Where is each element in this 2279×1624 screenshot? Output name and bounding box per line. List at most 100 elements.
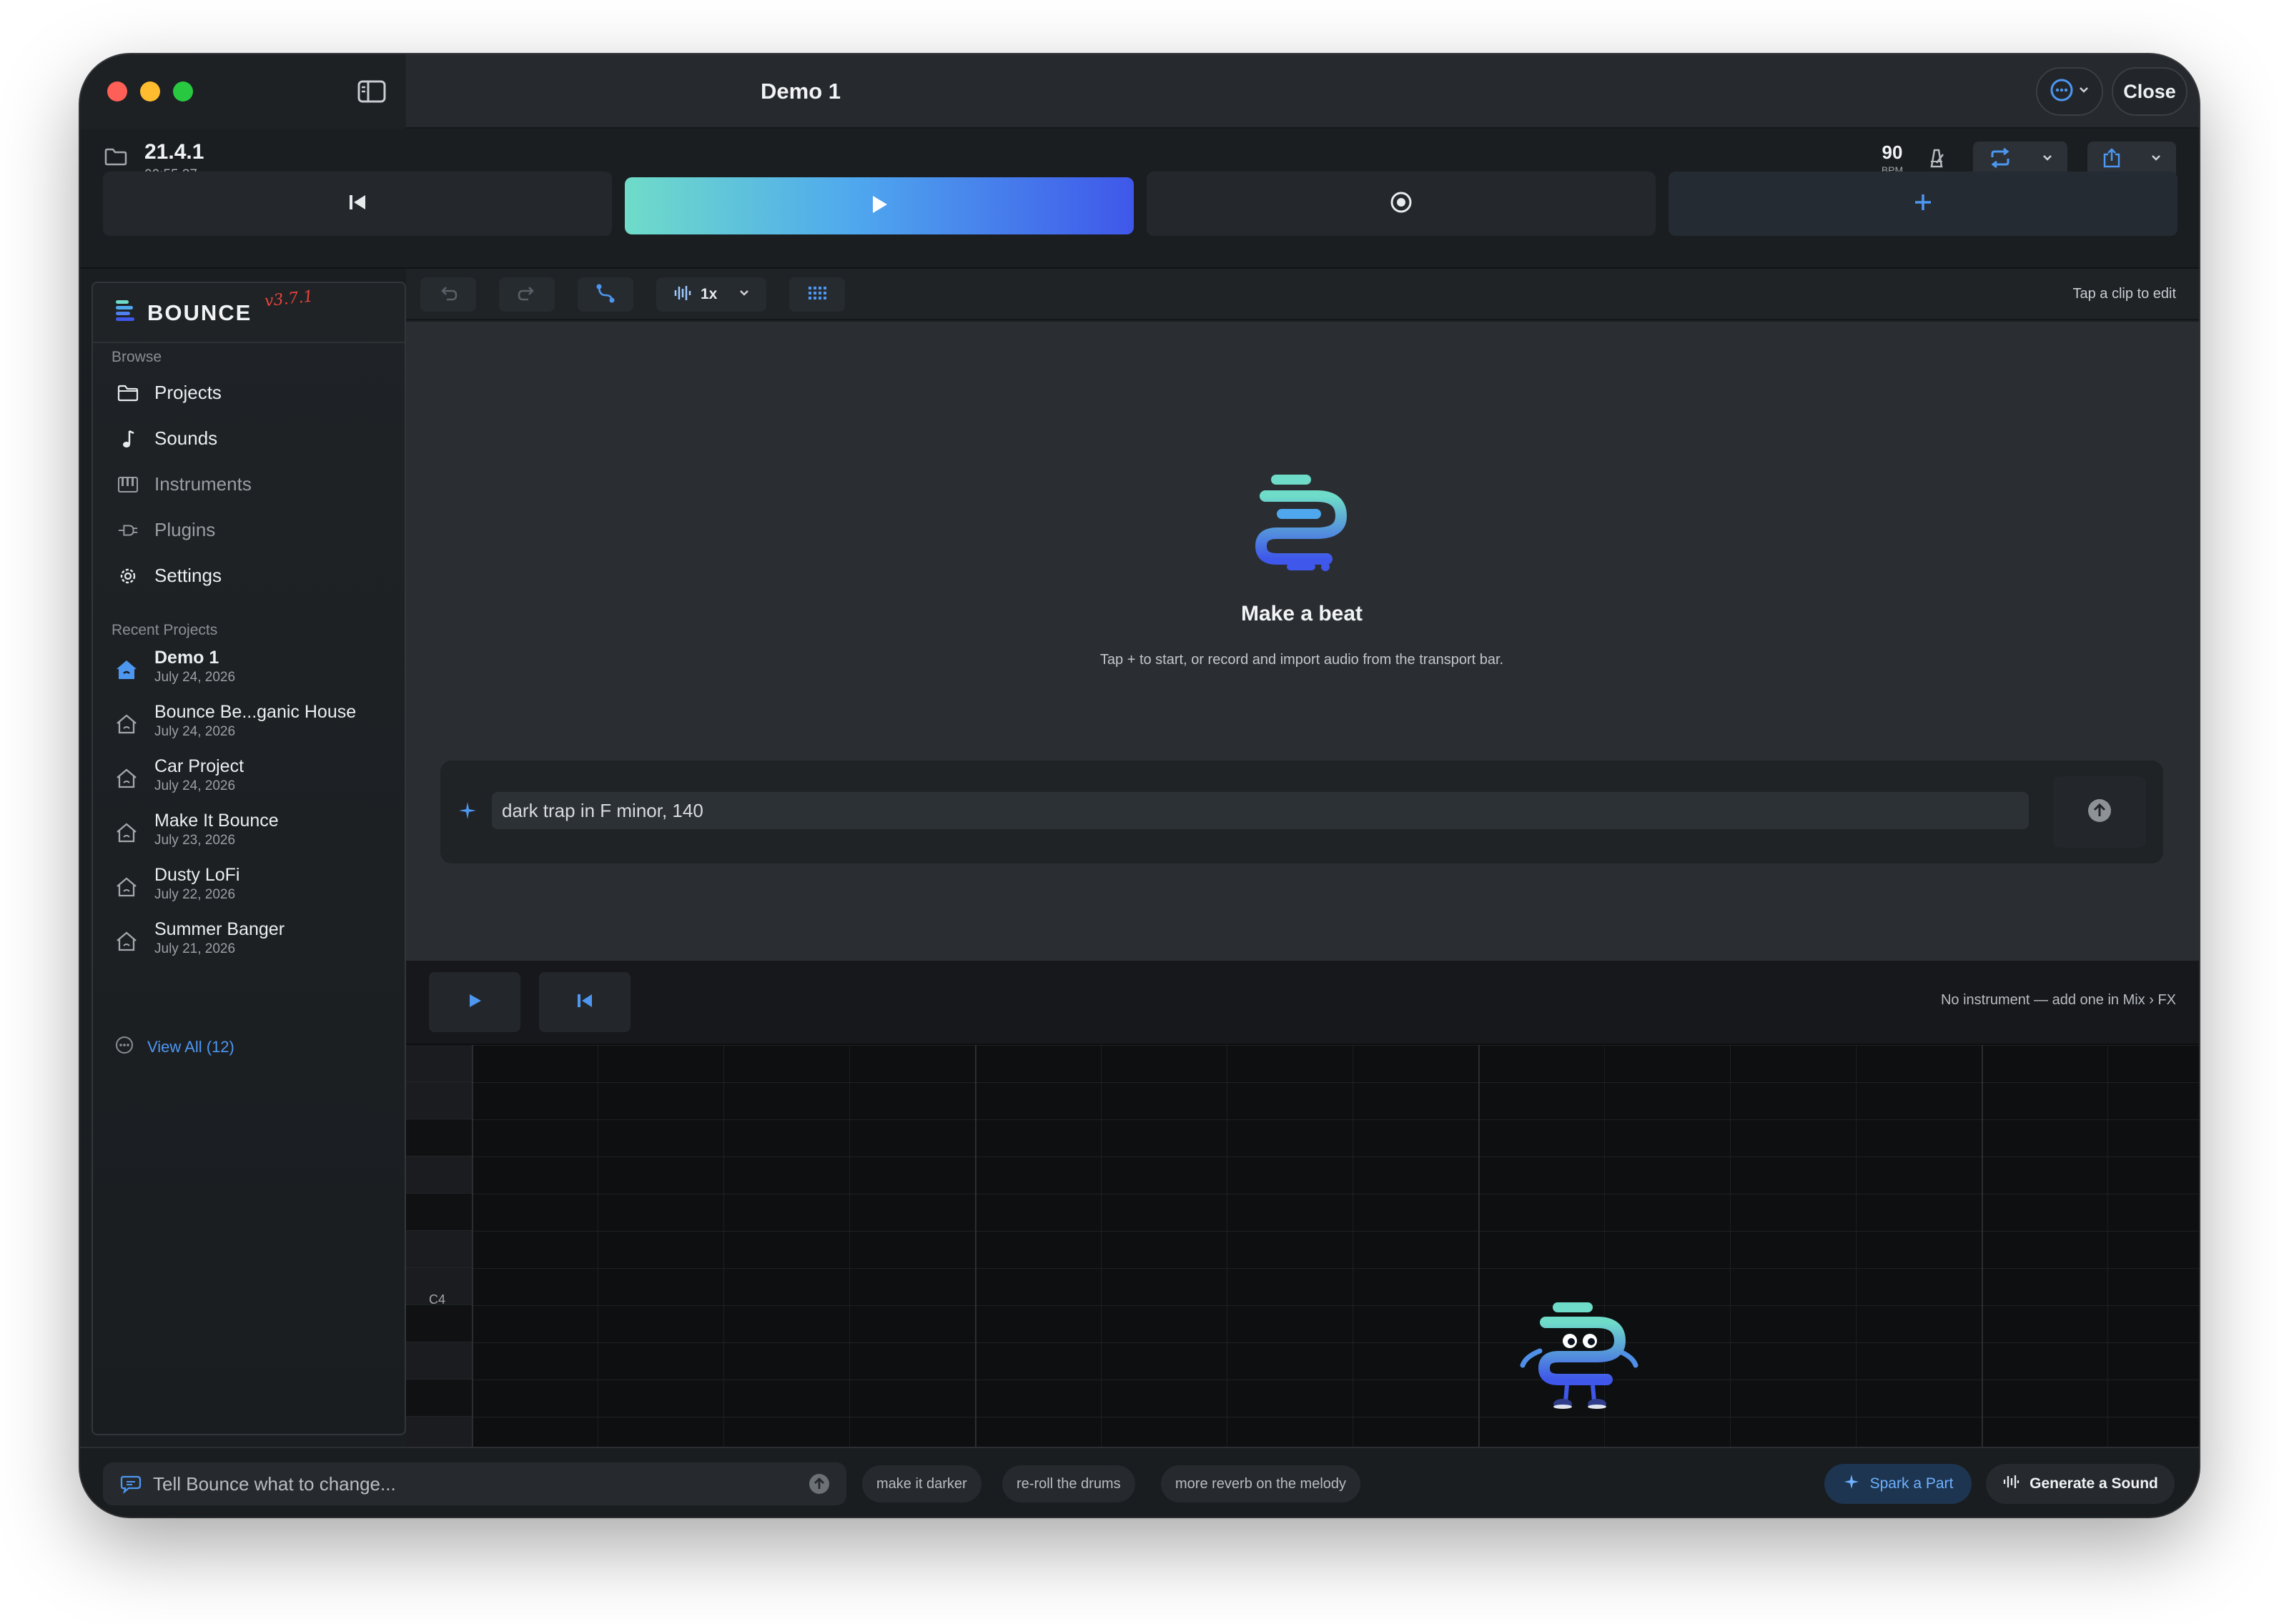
music-note-icon [117, 428, 139, 450]
piano-key[interactable] [406, 1119, 472, 1157]
recent-project-item[interactable]: Summer Banger July 21, 2026 [114, 919, 285, 957]
beat-prompt-input[interactable] [492, 792, 2029, 829]
spark-a-part-button[interactable]: Spark a Part [1824, 1464, 1972, 1504]
piano-key[interactable] [406, 1045, 472, 1082]
piano-key[interactable] [406, 1194, 472, 1231]
piano-key[interactable] [406, 1417, 472, 1447]
automation-button[interactable] [578, 277, 633, 312]
project-name: Demo 1 [154, 648, 219, 668]
arrangement-area[interactable]: Make a beat Tap + to start, or record an… [406, 322, 2199, 961]
project-date: July 22, 2026 [154, 887, 236, 902]
browse-section-label: Browse [112, 349, 162, 365]
suggestion-chip-drums[interactable]: re-roll the drums [1002, 1465, 1135, 1502]
title-bar-left [80, 54, 406, 129]
grid-button[interactable] [789, 277, 845, 312]
undo-icon [438, 284, 458, 306]
skip-back-icon [575, 992, 594, 1013]
sidebar-item-label: Projects [154, 382, 222, 403]
app-window: Demo 1 Close 21.4.1 00:55.37 90 BPM [80, 54, 2199, 1517]
command-send-button[interactable] [808, 1472, 831, 1499]
piano-roll-play-button[interactable] [429, 972, 520, 1032]
sidebar-item-instruments[interactable]: Instruments [117, 473, 252, 495]
project-date: July 21, 2026 [154, 941, 236, 956]
folder-icon[interactable] [104, 147, 127, 169]
redo-button[interactable] [499, 277, 555, 312]
gear-icon [117, 565, 139, 587]
recent-project-item[interactable]: Bounce Be...ganic House July 24, 2026 [114, 702, 356, 740]
piano-key[interactable] [406, 1082, 472, 1119]
bottom-command-bar: make it darker re-roll the drums more re… [80, 1447, 2199, 1517]
chat-bubble-icon [120, 1474, 143, 1497]
project-date: July 24, 2026 [154, 670, 236, 685]
suggestion-chip-darker[interactable]: make it darker [862, 1465, 982, 1502]
window-minimize-button[interactable] [140, 81, 160, 102]
window-close-button[interactable] [107, 81, 127, 102]
empty-state-subtitle: Tap + to start, or record and import aud… [1099, 652, 1504, 668]
window-maximize-button[interactable] [173, 81, 193, 102]
empty-state-title: Make a beat [1240, 602, 1363, 625]
project-date: July 24, 2026 [154, 724, 236, 739]
undo-button[interactable] [420, 277, 476, 312]
recent-project-item[interactable]: Car Project July 24, 2026 [114, 756, 244, 794]
piano-icon [117, 474, 139, 495]
project-name: Dusty LoFi [154, 865, 240, 885]
loop-icon[interactable] [1988, 147, 2012, 172]
sidebar-item-projects[interactable]: Projects [117, 382, 222, 404]
record-button[interactable] [1147, 172, 1656, 236]
suggestion-chip-reverb[interactable]: more reverb on the melody [1161, 1465, 1361, 1502]
prompt-card [440, 761, 2163, 863]
sidebar-item-settings[interactable]: Settings [117, 565, 222, 587]
chevron-down-icon [738, 288, 750, 301]
bpm-value[interactable]: 90 [1874, 142, 1910, 164]
sidebar: BOUNCE v3.7.1 Browse Projects Sounds Ins… [92, 282, 406, 1435]
share-icon[interactable] [2102, 147, 2122, 172]
project-date: July 24, 2026 [154, 778, 236, 793]
generate-sound-button[interactable]: Generate a Sound [1986, 1464, 2175, 1504]
recent-project-item[interactable]: Make It Bounce July 23, 2026 [114, 811, 279, 848]
close-button[interactable]: Close [2112, 67, 2187, 116]
play-icon [869, 194, 890, 219]
chevron-down-icon[interactable] [2150, 153, 2162, 166]
sidebar-item-sounds[interactable]: Sounds [117, 427, 217, 450]
sidebar-item-plugins[interactable]: Plugins [117, 519, 215, 541]
command-box[interactable] [103, 1462, 846, 1505]
bounce-logo-icon [1255, 472, 1348, 575]
spark-label: Spark a Part [1869, 1475, 1954, 1492]
command-input[interactable] [153, 1468, 782, 1500]
sidebar-divider [93, 342, 405, 343]
chevron-down-icon[interactable] [2042, 153, 2053, 166]
title-bar: Demo 1 Close [80, 54, 2199, 129]
piano-roll-rewind-button[interactable] [539, 972, 631, 1032]
editor-toolbar: 1x Tap a clip to edit [406, 269, 2199, 320]
play-button[interactable] [625, 177, 1134, 234]
play-icon [466, 992, 483, 1013]
piano-keys[interactable]: C4 [406, 1045, 472, 1447]
sidebar-item-label: Plugins [154, 519, 216, 540]
note-label-c4: C4 [429, 1292, 446, 1307]
playhead-position: 21.4.1 [144, 140, 204, 164]
metronome-icon[interactable] [1926, 147, 1947, 172]
home-icon [114, 712, 139, 736]
piano-key[interactable] [406, 1157, 472, 1194]
prompt-send-button[interactable] [2053, 776, 2146, 848]
home-icon [114, 929, 139, 954]
piano-key[interactable] [406, 1231, 472, 1268]
curve-tool-icon [595, 282, 616, 307]
piano-roll-grid[interactable]: C4 [406, 1045, 2199, 1447]
project-name: Summer Banger [154, 919, 285, 939]
sidebar-item-label: Sounds [154, 427, 218, 449]
sidebar-toggle-icon[interactable] [357, 80, 386, 103]
recent-project-item[interactable]: Dusty LoFi July 22, 2026 [114, 865, 239, 903]
add-track-button[interactable] [1669, 172, 2177, 236]
note-grid[interactable] [472, 1045, 2199, 1447]
piano-key[interactable] [406, 1305, 472, 1342]
version-badge: v3.7.1 [263, 287, 315, 311]
piano-key[interactable] [406, 1380, 472, 1417]
view-all-projects-link[interactable]: View All (12) [114, 1035, 234, 1059]
waveform-zoom-select[interactable]: 1x [656, 277, 766, 312]
piano-key[interactable] [406, 1342, 472, 1380]
piano-roll-toolbar: No instrument — add one in Mix › FX [406, 961, 2199, 1045]
more-options-button[interactable] [2036, 67, 2103, 116]
skip-to-start-button[interactable] [103, 172, 612, 236]
recent-project-item[interactable]: Demo 1 July 24, 2026 [114, 648, 235, 685]
